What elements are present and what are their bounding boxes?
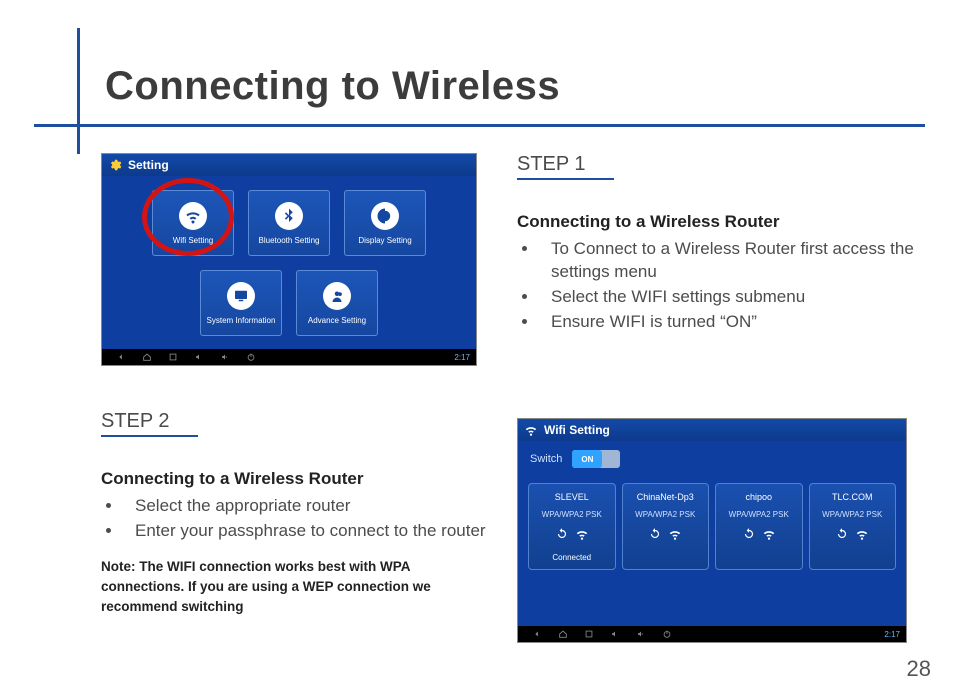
step2-label: STEP 2 — [101, 410, 198, 437]
wifi-switch-label: Switch — [530, 453, 562, 465]
wifi-network-grid: SLEVEL WPA/WPA2 PSK Connected ChinaNet-D… — [518, 483, 906, 570]
tile-bluetooth-setting[interactable]: Bluetooth Setting — [248, 190, 330, 256]
wifi-switch[interactable]: ON — [572, 450, 620, 468]
tile-label: Wifi Setting — [173, 236, 213, 245]
screenshot-wifi-list: Wifi Setting Switch ON SLEVEL WPA/WPA2 P… — [517, 418, 907, 643]
power-icon[interactable] — [662, 629, 672, 639]
step1-subtitle: Connecting to a Wireless Router — [517, 212, 917, 232]
settings-tile-grid: Wifi Setting Bluetooth Setting Display S… — [102, 176, 476, 346]
screenshot-wifi-header-text: Wifi Setting — [544, 423, 610, 437]
wifi-ssid: SLEVEL — [555, 492, 589, 502]
wifi-signal-icon — [855, 527, 869, 541]
refresh-icon — [555, 527, 569, 541]
vol-down-icon[interactable] — [610, 629, 620, 639]
tile-label: Advance Setting — [308, 316, 366, 325]
screenshot-settings-header: Setting — [102, 154, 476, 176]
step2-note: Note: The WIFI connection works best wit… — [101, 557, 461, 618]
step2-block: STEP 2 Connecting to a Wireless Router S… — [101, 410, 501, 618]
wifi-ssid: chipoo — [745, 492, 772, 502]
refresh-icon — [742, 527, 756, 541]
wifi-ssid: TLC.COM — [832, 492, 873, 502]
display-icon — [371, 202, 399, 230]
wifi-network[interactable]: ChinaNet-Dp3 WPA/WPA2 PSK — [622, 483, 710, 570]
wifi-network[interactable]: SLEVEL WPA/WPA2 PSK Connected — [528, 483, 616, 570]
tile-wifi-setting[interactable]: Wifi Setting — [152, 190, 234, 256]
recent-icon[interactable] — [168, 352, 178, 362]
system-icon — [227, 282, 255, 310]
home-icon[interactable] — [558, 629, 568, 639]
title-horizontal-rule — [34, 124, 925, 127]
gear-icon — [108, 158, 122, 172]
tile-label: Bluetooth Setting — [259, 236, 320, 245]
wifi-network[interactable]: TLC.COM WPA/WPA2 PSK — [809, 483, 897, 570]
wifi-signal-icon — [668, 527, 682, 541]
screenshot-settings-header-text: Setting — [128, 158, 169, 172]
wifi-security: WPA/WPA2 PSK — [542, 510, 602, 519]
step1-block: STEP 1 Connecting to a Wireless Router T… — [517, 153, 917, 336]
wifi-icon — [179, 202, 207, 230]
wifi-status: Connected — [552, 553, 591, 563]
navbar-clock: 2:17 — [454, 353, 476, 362]
screenshot-wifi-header: Wifi Setting — [518, 419, 906, 441]
android-navbar: 2:17 — [102, 349, 476, 365]
step2-bullet: Select the appropriate router — [123, 495, 501, 518]
slide-title: Connecting to Wireless — [105, 64, 560, 109]
step1-bullet: Ensure WIFI is turned “ON” — [539, 311, 917, 334]
tile-system-information[interactable]: System Information — [200, 270, 282, 336]
wifi-ssid: ChinaNet-Dp3 — [637, 492, 694, 502]
vol-up-icon[interactable] — [636, 629, 646, 639]
title-vertical-rule — [77, 28, 80, 154]
wifi-network[interactable]: chipoo WPA/WPA2 PSK — [715, 483, 803, 570]
navbar-clock: 2:17 — [884, 630, 906, 639]
android-navbar: 2:17 — [518, 626, 906, 642]
screenshot-settings: Setting Wifi Setting Bluetooth Setting D… — [101, 153, 477, 366]
step2-subtitle: Connecting to a Wireless Router — [101, 469, 501, 489]
page-number: 28 — [907, 656, 931, 682]
tile-advance-setting[interactable]: Advance Setting — [296, 270, 378, 336]
step1-bullets: To Connect to a Wireless Router first ac… — [517, 238, 917, 334]
wifi-signal-icon — [575, 527, 589, 541]
wifi-signal-icon — [762, 527, 776, 541]
vol-down-icon[interactable] — [194, 352, 204, 362]
tile-label: Display Setting — [358, 236, 411, 245]
wifi-icon — [524, 423, 538, 437]
step2-bullets: Select the appropriate router Enter your… — [101, 495, 501, 543]
step1-label: STEP 1 — [517, 153, 614, 180]
bluetooth-icon — [275, 202, 303, 230]
back-icon[interactable] — [116, 352, 126, 362]
wifi-security: WPA/WPA2 PSK — [635, 510, 695, 519]
refresh-icon — [648, 527, 662, 541]
back-icon[interactable] — [532, 629, 542, 639]
step1-bullet: To Connect to a Wireless Router first ac… — [539, 238, 917, 284]
recent-icon[interactable] — [584, 629, 594, 639]
vol-up-icon[interactable] — [220, 352, 230, 362]
power-icon[interactable] — [246, 352, 256, 362]
tile-label: System Information — [207, 316, 276, 325]
wifi-switch-row: Switch ON — [518, 441, 906, 477]
wifi-security: WPA/WPA2 PSK — [729, 510, 789, 519]
wifi-switch-state: ON — [572, 450, 602, 468]
step2-bullet: Enter your passphrase to connect to the … — [123, 520, 501, 543]
tile-display-setting[interactable]: Display Setting — [344, 190, 426, 256]
advance-icon — [323, 282, 351, 310]
step1-bullet: Select the WIFI settings submenu — [539, 286, 917, 309]
home-icon[interactable] — [142, 352, 152, 362]
wifi-security: WPA/WPA2 PSK — [822, 510, 882, 519]
refresh-icon — [835, 527, 849, 541]
